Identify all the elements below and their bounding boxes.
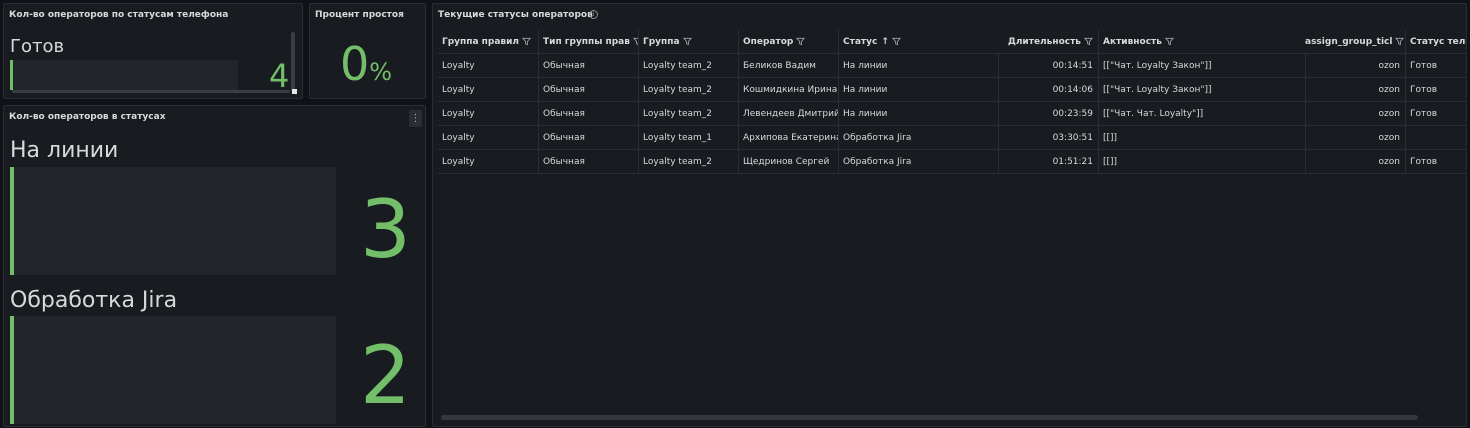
table-cell: Обычная [538,126,638,150]
table-cell: Щедринов Сергей [738,150,838,174]
table-row[interactable]: Loyalty Обычная Loyalty team_1 Архипова Ека… [438,126,1466,150]
table-row[interactable]: Loyalty Обычная Loyalty team_2 Левендеев Дм… [438,102,1466,126]
bar-gauge-track [10,60,238,90]
operator-statuses-table-panel: Текущие статусы операторов i Группа прав… [432,3,1467,427]
stat-unit: % [369,58,393,86]
table-cell: 00:14:06 [998,78,1098,102]
phone-status-panel: Кол-во операторов по статусам телефона Г… [3,3,303,99]
table-row[interactable]: Loyalty Обычная Loyalty team_2 Щедринов Сер… [438,150,1466,174]
bar-gauge-label: Готов [10,36,65,57]
table-cell: [[]] [1098,126,1305,150]
table-cell: ozon [1305,78,1405,102]
table-cell: Loyalty team_1 [638,126,738,150]
table-cell: 00:23:59 [998,102,1098,126]
table-cell: [["Чат. Loyalty Закон"]] [1098,54,1305,78]
bar-gauge-fill [10,316,14,424]
column-header[interactable]: Тип группы прав [538,30,638,54]
table-cell: Обычная [538,150,638,174]
table-cell: Loyalty [442,61,475,71]
vertical-scrollbar[interactable] [291,32,295,92]
table-cell: 03:30:51 [998,126,1098,150]
table-cell: Кошмидкина Ирина [738,78,838,102]
horizontal-scrollbar[interactable] [441,415,1418,420]
table-cell: 00:14:51 [998,54,1098,78]
table-row[interactable]: Loyalty Обычная Loyalty team_2 Кошмидкина И… [438,78,1466,102]
table-cell: Loyalty team_2 [638,78,738,102]
column-header[interactable]: Длительность [998,30,1098,54]
table-cell: Готов [1405,78,1466,102]
bar-gauge-track [10,167,336,275]
column-header[interactable]: Статус теле [1405,30,1466,54]
table-cell: Готов [1405,102,1466,126]
filter-icon[interactable] [1164,37,1174,46]
table-cell: [[]] [1098,150,1305,174]
table-row[interactable]: Loyalty Обычная Loyalty team_2 Беликов Вади… [438,54,1466,78]
column-header[interactable]: Группа [638,30,738,54]
filter-icon[interactable] [682,37,692,46]
bar-gauge-fill [10,60,13,90]
horizontal-scrollbar[interactable] [12,90,290,93]
stat-value: 0 [340,37,370,91]
scrollbar-corner [292,89,297,94]
sort-ascending-icon[interactable]: ↑ [881,30,889,54]
table-cell: Левендеев Дмитрий [738,102,838,126]
column-header[interactable]: Активность [1098,30,1305,54]
filter-icon[interactable] [796,37,806,46]
more-vertical-icon[interactable]: ⋮ [409,110,422,127]
table-cell: На линии [838,102,998,126]
table-cell: ozon [1305,54,1405,78]
table-cell: На линии [838,54,998,78]
table-cell: Готов [1405,54,1466,78]
info-icon[interactable]: i [589,10,598,19]
table-cell [1405,126,1466,150]
table-cell: Loyalty [442,157,475,167]
table-cell: ozon [1305,126,1405,150]
filter-icon[interactable] [891,37,901,46]
table-cell: 01:51:21 [998,150,1098,174]
filter-icon[interactable] [1395,37,1405,46]
status-table: Группа правил Тип группы прав Группа Опе… [438,30,1466,174]
table-cell: Loyalty team_2 [638,102,738,126]
column-header[interactable]: Статус ↑ [838,30,998,54]
table-cell: Loyalty team_2 [638,54,738,78]
filter-icon[interactable] [522,37,532,46]
column-header[interactable]: Группа правил [438,30,538,54]
idle-percent-panel: Процент простоя 0% [309,3,426,99]
operators-in-status-panel: Кол-во операторов в статусах ⋮ На линии … [3,105,426,427]
bar-gauge-label: Обработка Jira [10,288,178,313]
bar-gauge-label: На линии [10,138,119,163]
table-cell: ozon [1305,150,1405,174]
bar-gauge-fill [10,167,14,275]
stat-value-container: 0% [340,36,393,98]
table-header-row: Группа правил Тип группы прав Группа Опе… [438,30,1466,54]
table-cell: Обычная [538,102,638,126]
table-cell: Loyalty [442,85,475,95]
table-cell: ozon [1305,102,1405,126]
table-cell: Архипова Екатерина [738,126,838,150]
panel-title: Текущие статусы операторов [438,10,593,20]
table-cell: Обработка Jira [838,150,998,174]
panel-title: Кол-во операторов в статусах [9,112,166,122]
table-body: Loyalty Обычная Loyalty team_2 Беликов Вади… [438,54,1466,174]
table-cell: Обработка Jira [838,126,998,150]
column-header[interactable]: Оператор [738,30,838,54]
bar-gauge-value: 2 [360,329,411,422]
table-cell: Обычная [538,54,638,78]
column-header[interactable]: assign_group_ticl [1305,30,1405,54]
table-cell: Обычная [538,78,638,102]
table-cell: Loyalty [442,133,475,143]
table-cell: Беликов Вадим [738,54,838,78]
table-cell: Готов [1405,150,1466,174]
panel-title: Процент простоя [315,10,404,20]
panel-title: Кол-во операторов по статусам телефона [9,10,229,20]
bar-gauge-value: 3 [360,183,411,276]
table-cell: [["Чат. Loyalty Закон"]] [1098,78,1305,102]
table-cell: На линии [838,78,998,102]
filter-icon[interactable] [1084,37,1093,46]
table-cell: Loyalty team_2 [638,150,738,174]
bar-gauge-track [10,316,336,424]
table-cell: [["Чат. Чат. Loyalty"]] [1098,102,1305,126]
table-cell: Loyalty [442,109,475,119]
